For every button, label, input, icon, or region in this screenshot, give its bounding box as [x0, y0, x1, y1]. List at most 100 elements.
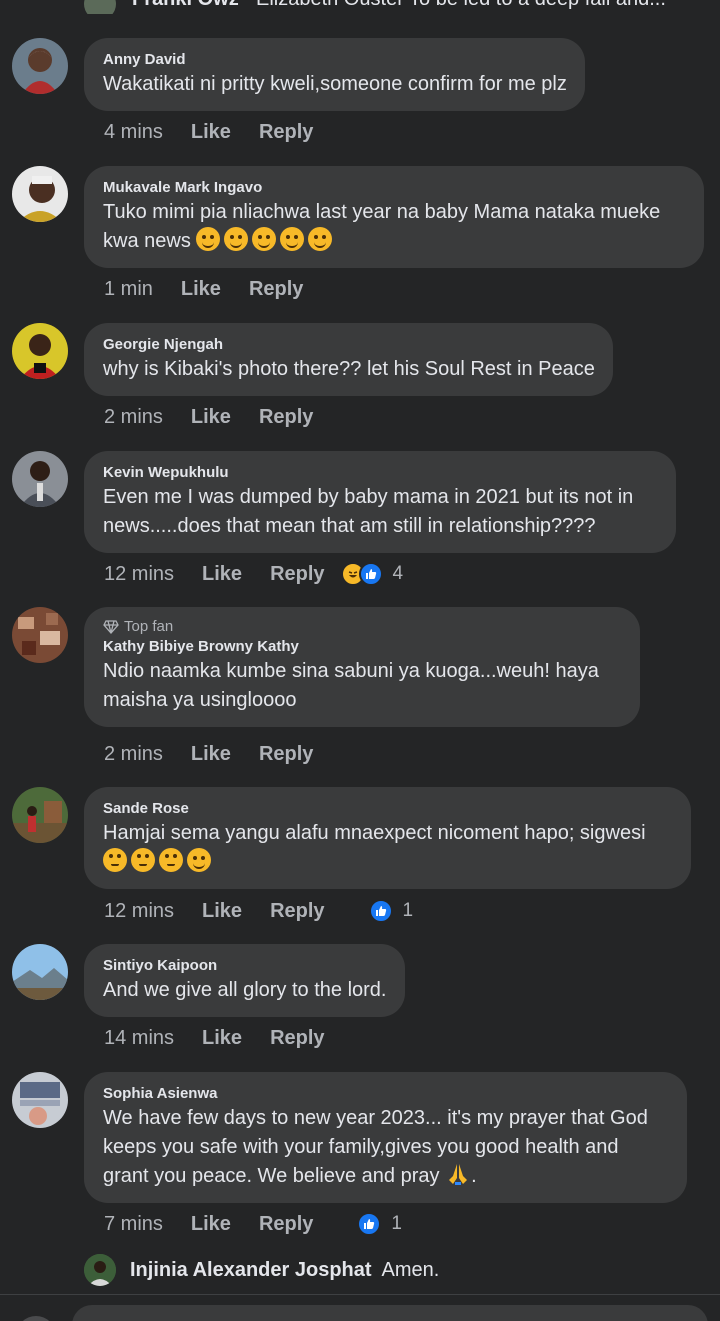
reply-button[interactable]: Reply [249, 278, 303, 301]
comment-time[interactable]: 12 mins [104, 563, 174, 586]
avatar[interactable] [12, 1072, 68, 1128]
comment-author[interactable]: Franki Owz [132, 0, 239, 11]
divider [0, 1294, 720, 1295]
reactions-summary[interactable]: 1 [329, 1212, 402, 1236]
comment-text: And we give all glory to the lord. [103, 979, 387, 1001]
comment-time[interactable]: 2 mins [104, 406, 163, 429]
reactions-summary[interactable]: 1 [341, 899, 414, 923]
reply-button[interactable]: Reply [270, 1027, 324, 1050]
comment-author[interactable]: Kevin Wepukhulu [103, 463, 658, 483]
eye-roll-emoji [103, 848, 127, 872]
face-emoji-group [103, 848, 215, 873]
comment-author[interactable]: Sintiyo Kaipoon [103, 956, 387, 976]
smirk-emoji [187, 848, 211, 872]
comment-actions: 12 mins Like Reply 1 [104, 896, 413, 926]
avatar[interactable] [84, 0, 116, 14]
comment-actions: 2 mins Like Reply [104, 739, 313, 769]
top-fan-badge: Top fan [103, 617, 622, 637]
comment-text: Even me I was dumped by baby mama in 202… [103, 486, 634, 537]
comment-bubble: Mukavale Mark Ingavo Tuko mimi pia nliac… [84, 166, 704, 268]
comment-text: We have few days to new year 2023... it'… [103, 1104, 669, 1191]
comment-bubble: Georgie Njengah why is Kibaki's photo th… [84, 323, 613, 396]
comment-bubble: Sophia Asienwa We have few days to new y… [84, 1072, 687, 1203]
avatar[interactable] [12, 38, 68, 94]
reply-button[interactable]: Reply [259, 743, 313, 766]
avatar[interactable] [12, 607, 68, 663]
diamond-icon [103, 620, 119, 634]
like-button[interactable]: Like [181, 278, 221, 301]
reply-button[interactable]: Reply [259, 121, 313, 144]
like-button[interactable]: Like [191, 743, 231, 766]
like-reaction-icon [357, 1212, 382, 1236]
like-button[interactable]: Like [202, 900, 242, 923]
comment-author[interactable]: Georgie Njengah [103, 335, 595, 355]
comment-actions: 7 mins Like Reply 1 [104, 1209, 402, 1239]
folded-hands-emoji [445, 1162, 471, 1186]
avatar[interactable] [12, 166, 68, 222]
comment-time[interactable]: 14 mins [104, 1027, 174, 1050]
comment-author[interactable]: Sande Rose [103, 799, 673, 819]
comment-actions: 14 mins Like Reply [104, 1023, 325, 1053]
like-button[interactable]: Like [202, 563, 242, 586]
comment-actions: 4 mins Like Reply [104, 117, 313, 147]
reply-button[interactable]: Reply [270, 900, 324, 923]
partial-comment: Franki Owz Elizabeth Ouster To be led to… [84, 0, 720, 14]
comment-text: why is Kibaki's photo there?? let his So… [103, 358, 595, 380]
comment-author[interactable]: Mukavale Mark Ingavo [103, 178, 686, 198]
comment-input[interactable] [72, 1305, 708, 1321]
reply-author[interactable]: Injinia Alexander Josphat [130, 1259, 372, 1282]
reply-button[interactable]: Reply [259, 406, 313, 429]
nested-reply[interactable]: Injinia Alexander Josphat Amen. [84, 1253, 439, 1287]
avatar[interactable] [12, 944, 68, 1000]
relieved-emoji [159, 848, 183, 872]
avatar [16, 1316, 56, 1321]
comment-text: Tuko mimi pia nliachwa last year na baby… [103, 198, 686, 256]
rofl-emoji [280, 227, 305, 251]
like-button[interactable]: Like [191, 121, 231, 144]
rofl-emoji-group [196, 227, 336, 252]
eye-roll-emoji [131, 848, 155, 872]
top-fan-label: Top fan [124, 618, 174, 635]
comment-bubble: Sande Rose Hamjai sema yangu alafu mnaex… [84, 787, 691, 889]
comment-time[interactable]: 1 min [104, 278, 153, 301]
comment-time[interactable]: 12 mins [104, 900, 174, 923]
comment-text-content: We have few days to new year 2023... it'… [103, 1107, 648, 1187]
comment-text: Hamjai sema yangu alafu mnaexpect nicome… [103, 819, 673, 877]
reaction-count: 4 [392, 563, 404, 584]
reply-text: Amen. [381, 1258, 440, 1281]
comment-actions: 1 min Like Reply [104, 274, 303, 304]
comment-bubble: Kevin Wepukhulu Even me I was dumped by … [84, 451, 676, 553]
comment-author[interactable]: Kathy Bibiye Browny Kathy [103, 637, 622, 657]
comment-author[interactable]: Sophia Asienwa [103, 1084, 669, 1104]
comment-actions: 12 mins Like Reply 4 [104, 559, 403, 589]
comment-time[interactable]: 4 mins [104, 121, 163, 144]
rofl-emoji [252, 227, 277, 251]
avatar[interactable] [12, 451, 68, 507]
avatar[interactable] [12, 787, 68, 843]
reactions-summary[interactable]: 4 [340, 562, 404, 586]
reply-button[interactable]: Reply [270, 563, 324, 586]
avatar[interactable] [12, 323, 68, 379]
reply-button[interactable]: Reply [259, 1213, 313, 1236]
comment-text-content: Tuko mimi pia nliachwa last year na baby… [103, 201, 661, 252]
comment-text-end: . [471, 1165, 477, 1187]
reaction-count: 1 [402, 900, 414, 921]
comment-bubble: Top fan Kathy Bibiye Browny Kathy Ndio n… [84, 607, 640, 727]
rofl-emoji [308, 227, 333, 251]
rofl-emoji [196, 227, 221, 251]
like-button[interactable]: Like [191, 1213, 231, 1236]
reaction-count: 1 [391, 1213, 402, 1234]
avatar[interactable] [84, 1254, 116, 1286]
like-reaction-icon [358, 562, 383, 586]
like-button[interactable]: Like [191, 406, 231, 429]
like-reaction-icon [368, 899, 393, 923]
comment-text-content: Hamjai sema yangu alafu mnaexpect nicome… [103, 822, 646, 844]
comment-time[interactable]: 7 mins [104, 1213, 163, 1236]
comment-author[interactable]: Anny David [103, 50, 567, 70]
comment-text: Wakatikati ni pritty kweli,someone confi… [103, 73, 567, 95]
comment-actions: 2 mins Like Reply [104, 402, 313, 432]
comment-text: Elizabeth Ouster To be led to a deep fal… [256, 0, 666, 11]
comment-time[interactable]: 2 mins [104, 743, 163, 766]
like-button[interactable]: Like [202, 1027, 242, 1050]
comment-text: Ndio naamka kumbe sina sabuni ya kuoga..… [103, 660, 599, 711]
